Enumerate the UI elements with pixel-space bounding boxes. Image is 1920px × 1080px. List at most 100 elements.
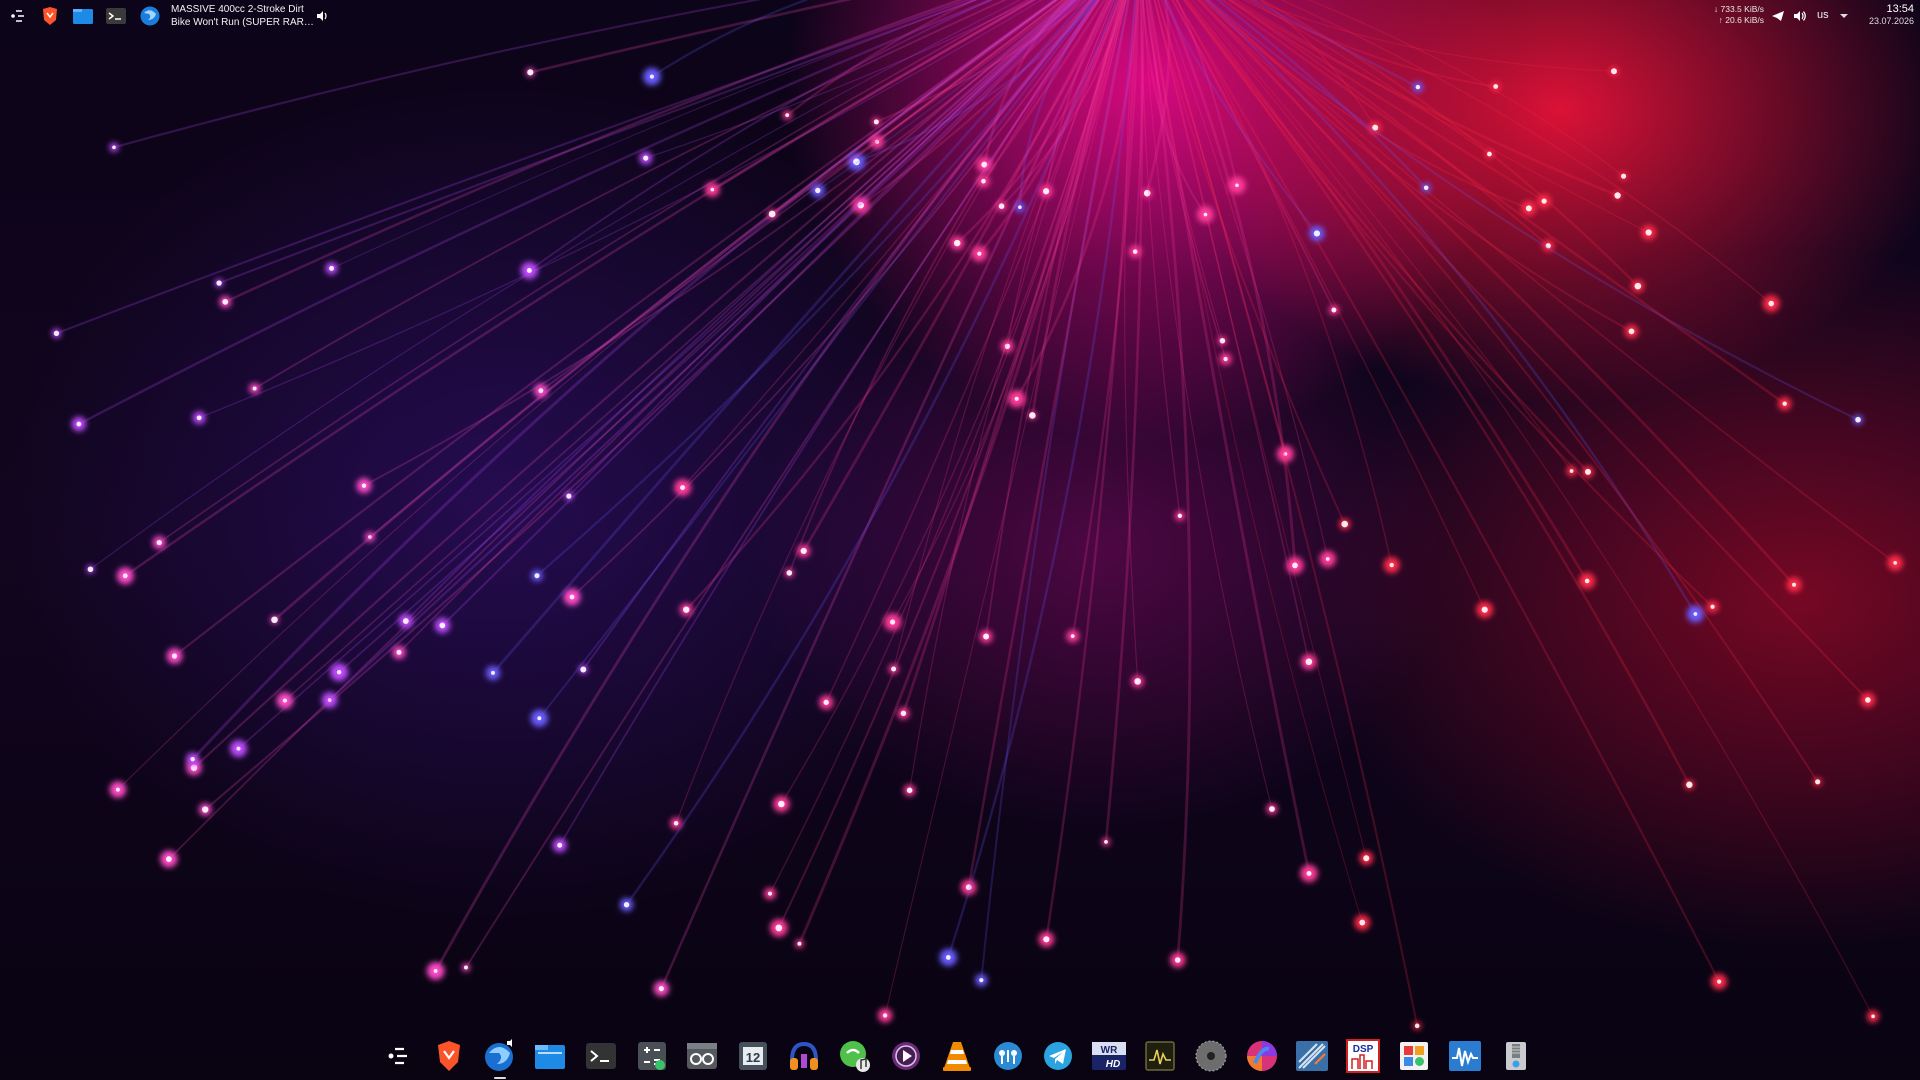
fiber-tip xyxy=(1174,957,1181,963)
volume-tray-icon[interactable] xyxy=(1788,4,1812,28)
tape-recorder-icon[interactable] xyxy=(682,1036,722,1076)
fiber-tip xyxy=(190,756,195,762)
fiber-tip xyxy=(683,606,690,613)
svg-text:HD: HD xyxy=(1106,1059,1120,1070)
calendar-icon[interactable]: 12 xyxy=(733,1036,773,1076)
fiber-tip xyxy=(76,421,82,427)
telegram-tray-icon[interactable] xyxy=(1766,4,1790,28)
fiber-tip xyxy=(1541,198,1547,204)
fiber-tip xyxy=(569,594,575,600)
fiber-tip xyxy=(1223,356,1228,362)
hd-video-icon[interactable]: WR HD xyxy=(1089,1036,1129,1076)
music-player-icon[interactable] xyxy=(835,1036,875,1076)
firefox-icon[interactable] xyxy=(480,1036,520,1079)
fiber-strand xyxy=(1204,0,1796,586)
fiber-tip xyxy=(526,267,532,273)
tools-icon[interactable] xyxy=(1292,1036,1332,1076)
app-launcher-icon[interactable] xyxy=(378,1036,418,1076)
fiber-tip xyxy=(1782,401,1787,406)
keyboard-layout-indicator[interactable]: us xyxy=(1817,9,1829,21)
clock-widget[interactable]: 13:54 23.07.2026 xyxy=(1852,3,1914,27)
brave-browser-icon[interactable] xyxy=(429,1036,469,1076)
fiber-tip xyxy=(463,965,468,970)
fiber-tip xyxy=(800,547,807,555)
firefox-icon[interactable] xyxy=(138,4,162,28)
terminal-icon[interactable] xyxy=(581,1036,621,1076)
fiber-tip xyxy=(1177,513,1183,519)
terminal-icon[interactable] xyxy=(104,4,128,28)
vlc-icon[interactable] xyxy=(937,1036,977,1076)
fiber-tip xyxy=(433,969,438,973)
fiber-tip xyxy=(1893,561,1897,565)
headphones-app-icon[interactable] xyxy=(784,1036,824,1076)
app-launcher-icon[interactable] xyxy=(6,4,30,28)
archive-icon[interactable] xyxy=(1496,1036,1536,1076)
fiber-tip xyxy=(1104,840,1108,844)
file-manager-icon[interactable] xyxy=(71,4,95,28)
fiber-strand xyxy=(1145,0,1227,360)
fiber-tip xyxy=(1325,557,1330,561)
system-monitor-icon[interactable] xyxy=(1140,1036,1180,1076)
net-down-speed: ↓ 733.5 KiB/s xyxy=(1713,4,1764,14)
waveform-app-icon[interactable] xyxy=(1445,1036,1485,1076)
fiber-tip xyxy=(115,787,120,792)
fiber-tip xyxy=(983,633,990,640)
brave-browser-icon[interactable] xyxy=(38,4,62,28)
fiber-tip xyxy=(537,716,542,721)
fiber-tip xyxy=(1686,781,1693,788)
network-speed-widget[interactable]: ↓ 733.5 KiB/s ↑ 20.6 KiB/s xyxy=(1700,4,1764,26)
fiber-tip xyxy=(1359,919,1366,926)
file-manager-icon[interactable] xyxy=(530,1036,570,1076)
fiber-tip xyxy=(954,239,961,247)
telegram-icon[interactable] xyxy=(1038,1036,1078,1076)
fiber-tip xyxy=(1871,1014,1875,1019)
color-picker-icon[interactable] xyxy=(1242,1036,1282,1076)
fiber-tip xyxy=(1269,806,1275,812)
fiber-tip xyxy=(649,74,654,79)
fiber-strand xyxy=(660,0,1113,990)
fiber-tip xyxy=(882,1013,888,1018)
calculator-icon[interactable] xyxy=(632,1036,672,1076)
fiber-tip xyxy=(527,69,534,76)
fiber-tip xyxy=(534,573,540,579)
fiber-tip xyxy=(1710,604,1715,609)
fiber-tip xyxy=(1628,328,1635,335)
fiber-tip xyxy=(785,113,790,118)
fiber-tip xyxy=(1614,192,1621,199)
fiber-tip xyxy=(361,483,367,488)
clock-date: 23.07.2026 xyxy=(1868,16,1914,26)
fiber-tip xyxy=(786,570,793,576)
fiber-tip xyxy=(1815,779,1821,785)
fiber-tip xyxy=(1855,416,1861,423)
fiber-tip xyxy=(891,666,897,672)
fiber-tip xyxy=(979,978,984,983)
fiber-tip xyxy=(658,986,664,992)
fiber-tip xyxy=(1341,520,1349,528)
fiber-tip xyxy=(1634,282,1642,290)
fiber-tip xyxy=(1693,612,1698,616)
fiber-tip xyxy=(1313,230,1321,237)
fiber-strand xyxy=(1198,0,1819,783)
fiber-tip xyxy=(557,842,563,848)
disc-burner-icon[interactable] xyxy=(1191,1036,1231,1076)
fiber-tip xyxy=(222,298,229,305)
fiber-tip xyxy=(1645,229,1652,236)
fiber-tip xyxy=(1584,578,1590,584)
fiber-tip xyxy=(1768,300,1775,307)
volume-icon[interactable] xyxy=(311,4,335,28)
fiber-tip xyxy=(1423,185,1429,191)
software-center-icon[interactable] xyxy=(1394,1036,1434,1076)
dsp-app-icon[interactable]: DSP xyxy=(1343,1036,1383,1076)
network-app-icon[interactable] xyxy=(988,1036,1028,1076)
fiber-tip xyxy=(1584,468,1591,475)
active-task-title[interactable]: MASSIVE 400cc 2-Stroke Dirt Bike Won't R… xyxy=(171,3,319,29)
fiber-tip xyxy=(122,573,128,579)
fiber-tip xyxy=(156,539,162,546)
fiber-tip xyxy=(768,891,773,896)
fiber-tip xyxy=(1481,606,1488,613)
fiber-tip xyxy=(538,388,544,394)
fiber-tip xyxy=(1414,1023,1420,1029)
fiber-tip xyxy=(282,698,287,703)
fiber-tip xyxy=(1331,307,1337,313)
media-player-icon[interactable] xyxy=(886,1036,926,1076)
